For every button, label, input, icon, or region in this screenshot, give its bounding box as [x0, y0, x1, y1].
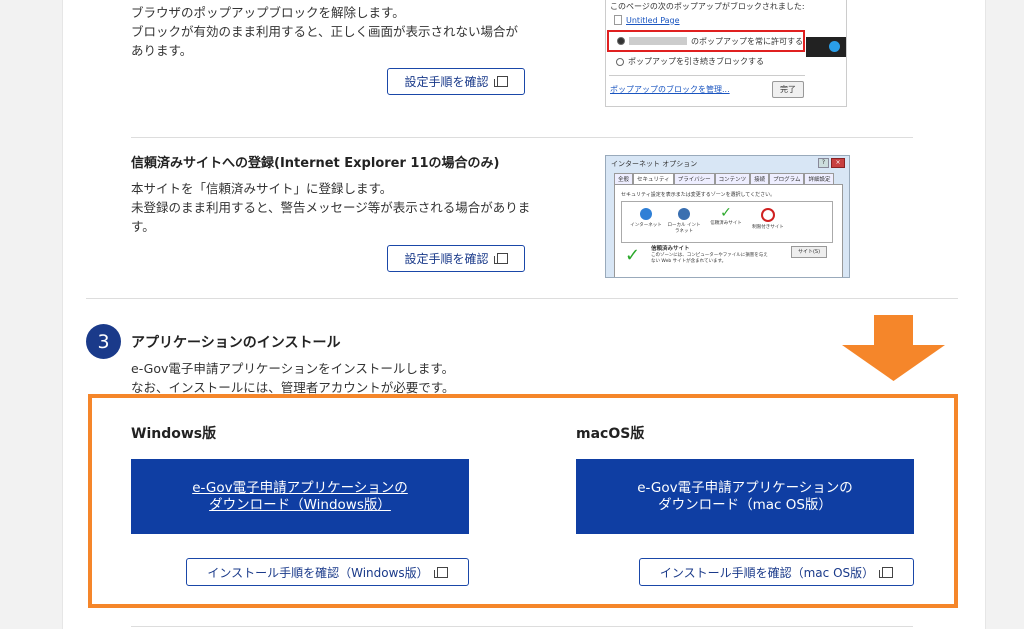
install-description: e-Gov電子申請アプリケーションをインストールします。 なお、インストールには… [131, 359, 551, 397]
trusted-text-line-3: す。 [131, 219, 155, 234]
section-divider-3 [131, 626, 913, 627]
block-option-label: ポップアップを引き続きブロックする [628, 57, 764, 66]
trusted-site-title: 信頼済みサイトへの登録(Internet Explorer 11の場合のみ) [131, 156, 500, 171]
internet-options-screenshot: インターネット オプション ? × 全般 セキュリティ プライバシー コンテンツ… [605, 155, 850, 278]
done-button: 完了 [772, 81, 804, 98]
globe-icon [829, 41, 840, 52]
block-popup-option: ポップアップを引き続きブロックする [616, 56, 764, 67]
mac-download-line-1: e-Gov電子申請アプリケーションの [637, 479, 853, 496]
internet-globe-icon [640, 208, 652, 220]
mac-heading: macOS版 [576, 426, 645, 442]
help-icon: ? [818, 158, 829, 168]
radio-icon [616, 57, 624, 66]
trusted-description: 本サイトを「信頼済みサイト」に登録します。 未登録のまま利用すると、警告メッセー… [131, 179, 541, 236]
section-divider-1 [131, 137, 913, 138]
untitled-page-link: Untitled Page [614, 15, 680, 25]
zone-prompt: セキュリティ設定を表示または変更するゾーンを選択してください。 [621, 192, 776, 198]
dialog-window-controls: ? × [818, 158, 845, 168]
allow-option-label: のポップアップを常に許可する [691, 36, 803, 46]
zone-intranet-label: ローカル イントラネット [667, 223, 701, 234]
trusted-zone-checkmark-large: ✓ [625, 245, 641, 266]
popup-text-line-2: ブロックが有効のまま利用すると、正しく画面が表示されない場合が [131, 24, 519, 39]
trusted-settings-button-label: 設定手順を確認 [404, 252, 489, 266]
mac-download-line-2: ダウンロード（mac OS版） [658, 496, 832, 513]
step-number: 3 [97, 330, 110, 353]
zone-trusted-label: 信頼済みサイト [710, 221, 742, 226]
zone-trusted: ✓ 信頼済みサイト [708, 206, 744, 226]
external-window-icon [493, 253, 508, 264]
dark-strip [806, 37, 846, 57]
restricted-icon [761, 208, 775, 222]
external-window-icon [879, 566, 894, 578]
zone-restricted-label: 制限付きサイト [752, 225, 784, 230]
manage-popup-link: ポップアップのブロックを管理... [610, 85, 730, 94]
radio-selected-icon [617, 37, 625, 45]
internet-options-title: インターネット オプション [611, 160, 698, 168]
install-title: アプリケーションのインストール [131, 335, 341, 351]
popup-text-line-1: ブラウザのポップアップブロックを解除します。 [131, 5, 405, 20]
windows-download-button[interactable]: e-Gov電子申請アプリケーションの ダウンロード（Windows版） [131, 459, 469, 534]
untitled-page-label: Untitled Page [626, 15, 680, 25]
trusted-text-line-1: 本サイトを「信頼済みサイト」に登録します。 [131, 181, 393, 196]
checkmark-icon: ✓ [720, 205, 732, 221]
install-text-line-1: e-Gov電子申請アプリケーションをインストールします。 [131, 361, 455, 376]
popup-dialog-header: このページの次のポップアップがブロックされました: [610, 2, 805, 11]
step-number-badge: 3 [86, 324, 121, 359]
popup-description: ブラウザのポップアップブロックを解除します。 ブロックが有効のまま利用すると、正… [131, 3, 541, 60]
section-divider-2 [86, 298, 958, 299]
page-icon [614, 15, 622, 25]
windows-heading: Windows版 [131, 426, 217, 442]
mac-install-guide-label: インストール手順を確認（mac OS版） [659, 565, 875, 580]
trusted-settings-button[interactable]: 設定手順を確認 [387, 245, 525, 272]
dialog-divider [609, 75, 805, 76]
external-window-icon [493, 76, 508, 87]
windows-install-guide-label: インストール手順を確認（Windows版） [207, 565, 429, 580]
options-panel: セキュリティ設定を表示または変更するゾーンを選択してください。 インターネット … [614, 184, 843, 277]
external-window-icon [433, 566, 448, 578]
sites-button: サイト(S) [791, 246, 827, 258]
popup-settings-button[interactable]: 設定手順を確認 [387, 68, 525, 95]
trusted-zone-title: 信頼済みサイト [651, 246, 690, 252]
intranet-icon [678, 208, 690, 220]
trusted-text-line-2: 未登録のまま利用すると、警告メッセージ等が表示される場合がありま [131, 200, 531, 215]
popup-settings-button-label: 設定手順を確認 [404, 75, 489, 89]
trusted-zone-desc: このゾーンには、コンピューターやファイルに損害を与えない Web サイトが含まれ… [651, 253, 768, 264]
popup-text-line-3: あります。 [131, 43, 193, 58]
zone-restricted: 制限付きサイト [750, 208, 786, 230]
windows-download-line-1: e-Gov電子申請アプリケーションの [192, 479, 408, 496]
mac-download-button[interactable]: e-Gov電子申請アプリケーションの ダウンロード（mac OS版） [576, 459, 914, 534]
arrow-down-icon [842, 315, 945, 381]
masked-domain [629, 37, 687, 45]
windows-download-line-2: ダウンロード（Windows版） [209, 496, 391, 513]
popup-blocker-screenshot: このページの次のポップアップがブロックされました: Untitled Page … [605, 0, 847, 107]
mac-install-guide-button[interactable]: インストール手順を確認（mac OS版） [639, 558, 914, 586]
zone-internet: インターネット [628, 208, 664, 228]
close-icon: × [831, 158, 845, 168]
allow-popup-option: のポップアップを常に許可する [607, 30, 805, 52]
windows-install-guide-button[interactable]: インストール手順を確認（Windows版） [186, 558, 469, 586]
zone-intranet: ローカル イントラネット [666, 208, 702, 234]
zone-internet-label: インターネット [630, 223, 662, 228]
zone-list: インターネット ローカル イントラネット ✓ 信頼済みサイト 制限付きサイト [621, 201, 833, 243]
